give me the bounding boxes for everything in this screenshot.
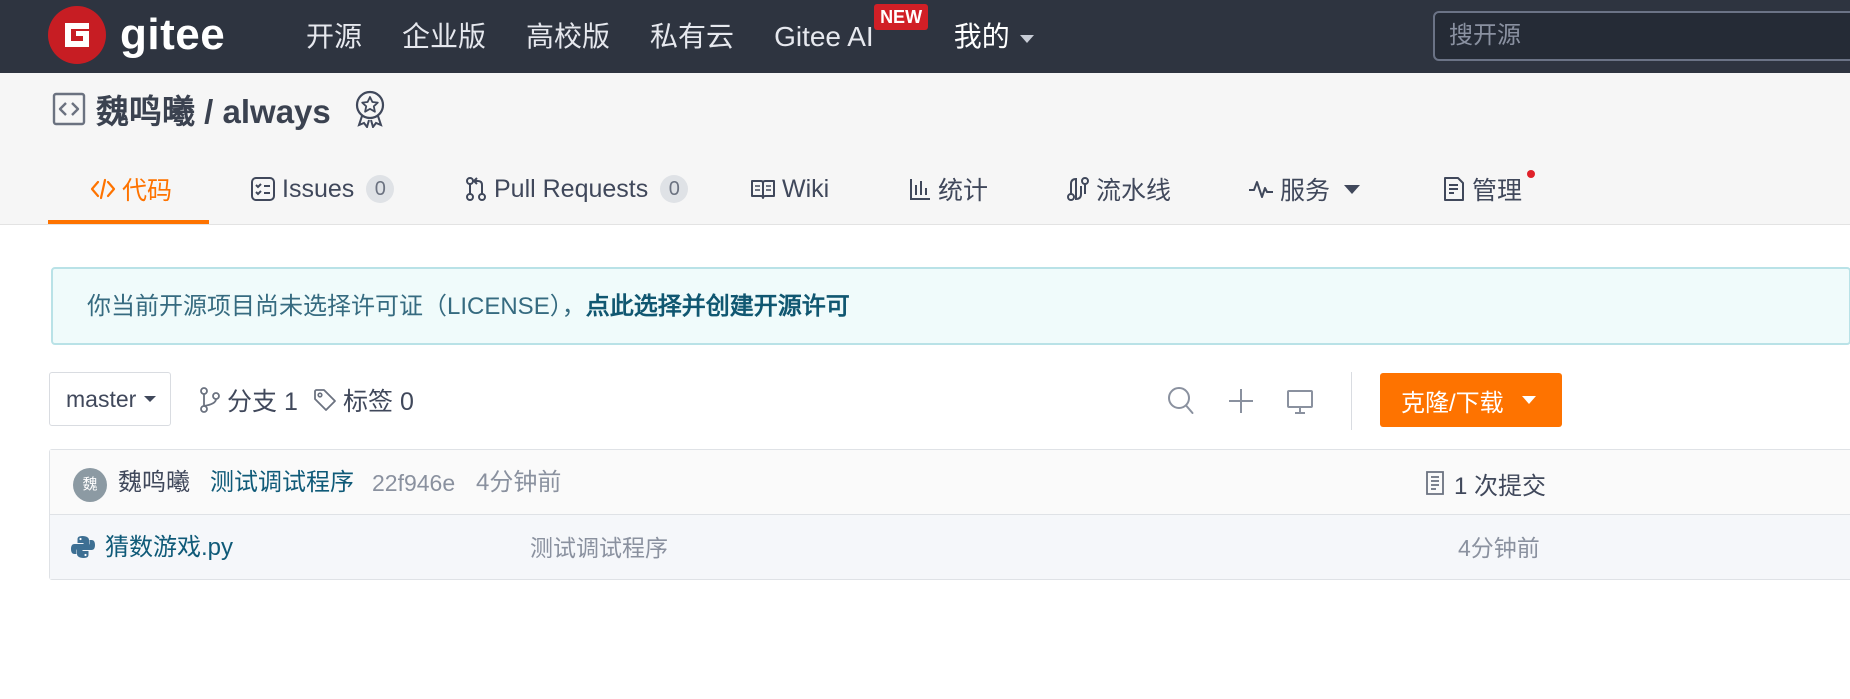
pulse-icon <box>1249 181 1273 198</box>
tab-services-label: 服务 <box>1280 177 1331 205</box>
pull-request-icon <box>466 177 486 201</box>
bar-chart-icon <box>910 179 930 200</box>
project-title: 魏鸣曦 / always <box>52 89 387 130</box>
book-icon <box>751 180 775 199</box>
branch-icon <box>200 387 220 413</box>
project-header: 魏鸣曦 / always 代码 Issues 0 Pull Requests 0… <box>0 73 1850 225</box>
pulls-count-badge: 0 <box>660 175 689 203</box>
tab-wiki-label: Wiki <box>782 174 830 203</box>
latest-commit-row: 魏 魏鸣曦 测试调试程序 22f946e 4分钟前 1 次提交 <box>50 450 1850 515</box>
commit-hash[interactable]: 22f946e <box>372 450 455 516</box>
chevron-down-icon <box>144 396 157 402</box>
commit-time: 4分钟前 <box>476 469 562 496</box>
branches-label: 分支 1 <box>227 388 298 416</box>
file-table: 魏 魏鸣曦 测试调试程序 22f946e 4分钟前 1 次提交 猜数游戏.py … <box>49 449 1850 580</box>
nav-mine-dropdown[interactable]: 我的 <box>954 0 1034 73</box>
settings-doc-icon <box>1444 177 1464 201</box>
file-name-link[interactable]: 猜数游戏.py <box>105 515 233 581</box>
tab-code-label: 代码 <box>122 177 173 205</box>
issues-icon <box>251 177 275 201</box>
nav-gitee-ai[interactable]: Gitee AI NEW <box>774 0 929 73</box>
nav-mine-label: 我的 <box>953 21 1010 52</box>
tab-services-dropdown[interactable]: 服务 <box>1248 157 1361 221</box>
notification-dot <box>1527 170 1535 178</box>
file-commit-message[interactable]: 测试调试程序 <box>530 515 668 581</box>
tags-label: 标签 0 <box>343 388 414 416</box>
chevron-down-icon <box>1019 34 1034 43</box>
commit-count-label: 1 次提交 <box>1454 472 1547 500</box>
new-badge: NEW <box>874 4 929 30</box>
tab-manage-label: 管理 <box>1472 177 1523 205</box>
tab-code[interactable]: 代码 <box>90 157 172 221</box>
nav-education[interactable]: 高校版 <box>526 0 610 73</box>
project-name-link[interactable]: 魏鸣曦 / always <box>96 85 331 133</box>
gitee-logo-icon <box>48 6 106 64</box>
search-box <box>1433 11 1850 61</box>
code-icon <box>90 178 116 200</box>
branch-select[interactable]: master <box>49 372 171 426</box>
pipeline-icon <box>1067 177 1089 201</box>
commit-message[interactable]: 测试调试程序 <box>210 450 354 516</box>
license-notice-text: 你当前开源项目尚未选择许可证（LICENSE）， <box>87 293 586 320</box>
file-commit-time: 4分钟前 <box>1458 535 1540 561</box>
license-notice-text-wrap: 你当前开源项目尚未选择许可证（LICENSE），点此选择并创建开源许可 <box>87 269 850 345</box>
chevron-down-icon <box>1344 184 1361 194</box>
create-license-link[interactable]: 点此选择并创建开源许可 <box>586 293 850 320</box>
license-notice: 你当前开源项目尚未选择许可证（LICENSE），点此选择并创建开源许可 <box>51 267 1850 345</box>
avatar[interactable]: 魏 <box>73 468 107 502</box>
branch-select-label: master <box>66 385 137 412</box>
tab-issues-label: Issues <box>282 174 355 203</box>
tag-icon <box>314 389 336 411</box>
tab-pull-requests[interactable]: Pull Requests 0 <box>464 157 689 221</box>
chevron-down-icon <box>1521 396 1536 404</box>
tab-wiki[interactable]: Wiki <box>750 157 829 221</box>
clone-download-label: 克隆/下载 <box>1401 389 1504 417</box>
nav-opensource[interactable]: 开源 <box>306 0 362 73</box>
branches-link[interactable]: 分支 1 <box>199 380 298 420</box>
code-repo-icon <box>52 92 86 126</box>
tab-manage[interactable]: 管理 <box>1442 157 1522 221</box>
commit-author[interactable]: 魏鸣曦 <box>118 450 190 516</box>
active-tab-indicator <box>48 220 209 224</box>
top-navbar: gitee 开源 企业版 高校版 私有云 Gitee AI NEW 我的 <box>0 0 1850 73</box>
tab-issues[interactable]: Issues 0 <box>250 157 395 221</box>
tags-link[interactable]: 标签 0 <box>313 380 414 420</box>
python-icon <box>71 536 95 558</box>
gitee-logo[interactable]: gitee <box>48 6 225 64</box>
tab-stats[interactable]: 统计 <box>908 157 988 221</box>
commits-icon <box>1426 471 1444 495</box>
monitor-icon[interactable] <box>1286 386 1314 416</box>
search-input[interactable] <box>1435 13 1850 59</box>
nav-private-cloud[interactable]: 私有云 <box>650 0 734 73</box>
clone-download-button[interactable]: 克隆/下载 <box>1380 373 1562 427</box>
main-nav: 开源 企业版 高校版 私有云 Gitee AI NEW 我的 <box>306 0 1074 73</box>
tab-pipeline-label: 流水线 <box>1096 177 1172 205</box>
toolbar-divider <box>1351 372 1352 430</box>
table-row[interactable]: 猜数游戏.py 测试调试程序 4分钟前 <box>50 515 1850 579</box>
tab-pipeline[interactable]: 流水线 <box>1066 157 1171 221</box>
nav-enterprise[interactable]: 企业版 <box>402 0 486 73</box>
gitee-logo-text: gitee <box>120 10 226 59</box>
tab-pull-requests-label: Pull Requests <box>494 174 649 203</box>
search-icon[interactable] <box>1167 386 1195 416</box>
issues-count-badge: 0 <box>366 175 395 203</box>
nav-gitee-ai-label: Gitee AI <box>774 21 874 52</box>
recommend-badge-icon[interactable] <box>353 90 387 128</box>
plus-icon[interactable] <box>1227 386 1255 416</box>
commit-count-link[interactable]: 1 次提交 <box>1424 450 1546 516</box>
tab-stats-label: 统计 <box>938 177 989 205</box>
